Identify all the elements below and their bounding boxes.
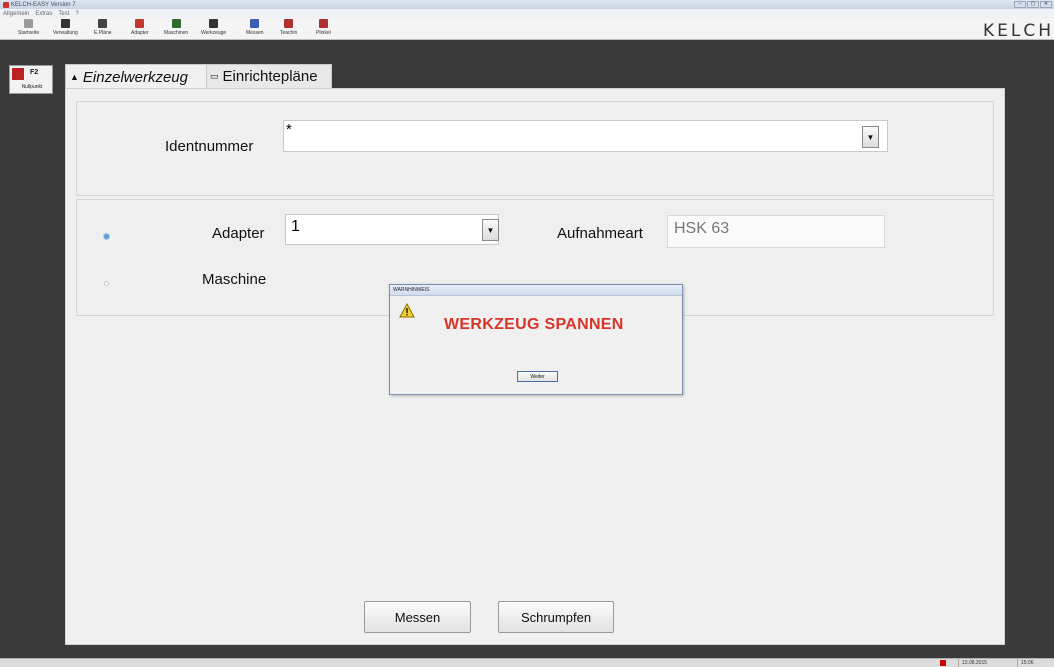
nullpunkt-icon (12, 68, 24, 80)
adapter-icon (135, 19, 145, 28)
tool-icon (209, 19, 219, 28)
tab-einrichteplaene[interactable]: ▭ Einrichtepläne (206, 64, 332, 89)
tab-label: Einzelwerkzeug (82, 68, 188, 86)
status-indicator (940, 660, 946, 666)
toolbar-verwaltung[interactable]: Verwaltung (53, 19, 78, 36)
toolbar-teachin[interactable]: Teachin (280, 19, 297, 36)
maximize-button[interactable]: ▢ (1027, 1, 1039, 8)
ident-dropdown-button[interactable]: ▼ (862, 126, 879, 148)
toolbar-label: Werkzeuge (201, 30, 227, 36)
toolbar-werkzeuge[interactable]: Werkzeuge (201, 19, 226, 36)
app-icon (3, 1, 9, 8)
dialog-message: WERKZEUG SPANNEN (444, 316, 624, 333)
adapter-select[interactable]: 1 (285, 214, 499, 245)
toolbar-eplaene[interactable]: E.Pläne (94, 19, 112, 36)
toolbar-label: Startseite (18, 30, 40, 36)
tab-arrow-icon: ▲ (70, 72, 79, 82)
toolbar-label: Teachin (280, 30, 298, 36)
machine-icon (171, 19, 181, 28)
toolbar-label: Plinkel (316, 30, 331, 36)
measure-icon (250, 19, 260, 28)
menu-test[interactable]: Test (58, 11, 69, 17)
admin-icon (60, 19, 70, 28)
nullpunkt-button[interactable]: F2 Nullpunkt (9, 65, 53, 94)
home-icon (24, 19, 34, 28)
nullpunkt-label: Nullpunkt (21, 84, 43, 90)
tab-label: Einrichtepläne (222, 68, 318, 85)
toolbar-label: Verwaltung (53, 30, 78, 36)
chevron-down-icon: ▼ (866, 132, 875, 142)
menu-help[interactable]: ? (75, 11, 78, 17)
status-bar: 13.08.2015 15:06 (0, 658, 1054, 667)
messen-button[interactable]: Messen (364, 601, 471, 633)
aufnahmeart-field: HSK 63 (667, 215, 885, 248)
adapter-radio[interactable] (104, 234, 109, 239)
warning-dialog: WARNHINWEIS WERKZEUG SPANNEN Weiter (389, 284, 683, 395)
dialog-title: WARNHINWEIS (390, 285, 682, 296)
minimize-button[interactable]: – (1014, 1, 1026, 8)
toolbar-maschinen[interactable]: Maschinen (164, 19, 188, 36)
toolbar-label: Messen (246, 30, 264, 36)
aufnahmeart-label: Aufnahmeart (557, 225, 643, 242)
menu-allgemein[interactable]: Allgemein (3, 11, 29, 17)
hotkey-label: F2 (30, 69, 39, 76)
toolbar-startseite[interactable]: Startseite (18, 19, 39, 36)
window-controls: – ▢ ✕ (1014, 1, 1052, 8)
toolbar-messen[interactable]: Messen (246, 19, 264, 36)
plans-icon (98, 19, 108, 28)
menu-extras[interactable]: Extras (35, 11, 52, 17)
adapter-label: Adapter (212, 225, 265, 242)
folder-icon: ▭ (210, 71, 219, 81)
maschine-label: Maschine (202, 271, 267, 288)
chevron-down-icon: ▼ (486, 225, 495, 235)
toolbar-adapter[interactable]: Adapter (131, 19, 149, 36)
tab-einzelwerkzeug[interactable]: ▲ Einzelwerkzeug (65, 64, 207, 89)
toolbar-plinkel[interactable]: Plinkel (316, 19, 331, 36)
toolbar: Startseite Verwaltung E.Pläne Adapter Ma… (0, 18, 1054, 41)
status-date: 13.08.2015 (958, 659, 1016, 667)
window-title: KELCH-EASY Version 7 (11, 1, 76, 8)
ident-input[interactable]: * (283, 120, 888, 152)
ident-label: Identnummer (165, 138, 254, 155)
title-bar: KELCH-EASY Version 7 – ▢ ✕ (0, 0, 1054, 9)
left-panel (0, 41, 64, 658)
weiter-button[interactable]: Weiter (517, 371, 558, 382)
toolbar-label: E.Pläne (94, 30, 112, 36)
warning-icon (399, 303, 415, 318)
adapter-dropdown-button[interactable]: ▼ (482, 219, 499, 241)
toolbar-label: Adapter (131, 30, 149, 36)
plinkel-icon (318, 19, 328, 28)
toolbar-label: Maschinen (164, 30, 189, 36)
maschine-radio[interactable] (104, 281, 109, 286)
teachin-icon (284, 19, 294, 28)
brand-logo: KELCH (982, 21, 1054, 41)
schrumpfen-button[interactable]: Schrumpfen (498, 601, 614, 633)
ident-group: Identnummer * ▼ (76, 101, 994, 196)
menu-bar: Allgemein Extras Test ? (0, 9, 1054, 18)
close-button[interactable]: ✕ (1040, 1, 1052, 8)
status-time: 15:06 (1017, 659, 1054, 667)
